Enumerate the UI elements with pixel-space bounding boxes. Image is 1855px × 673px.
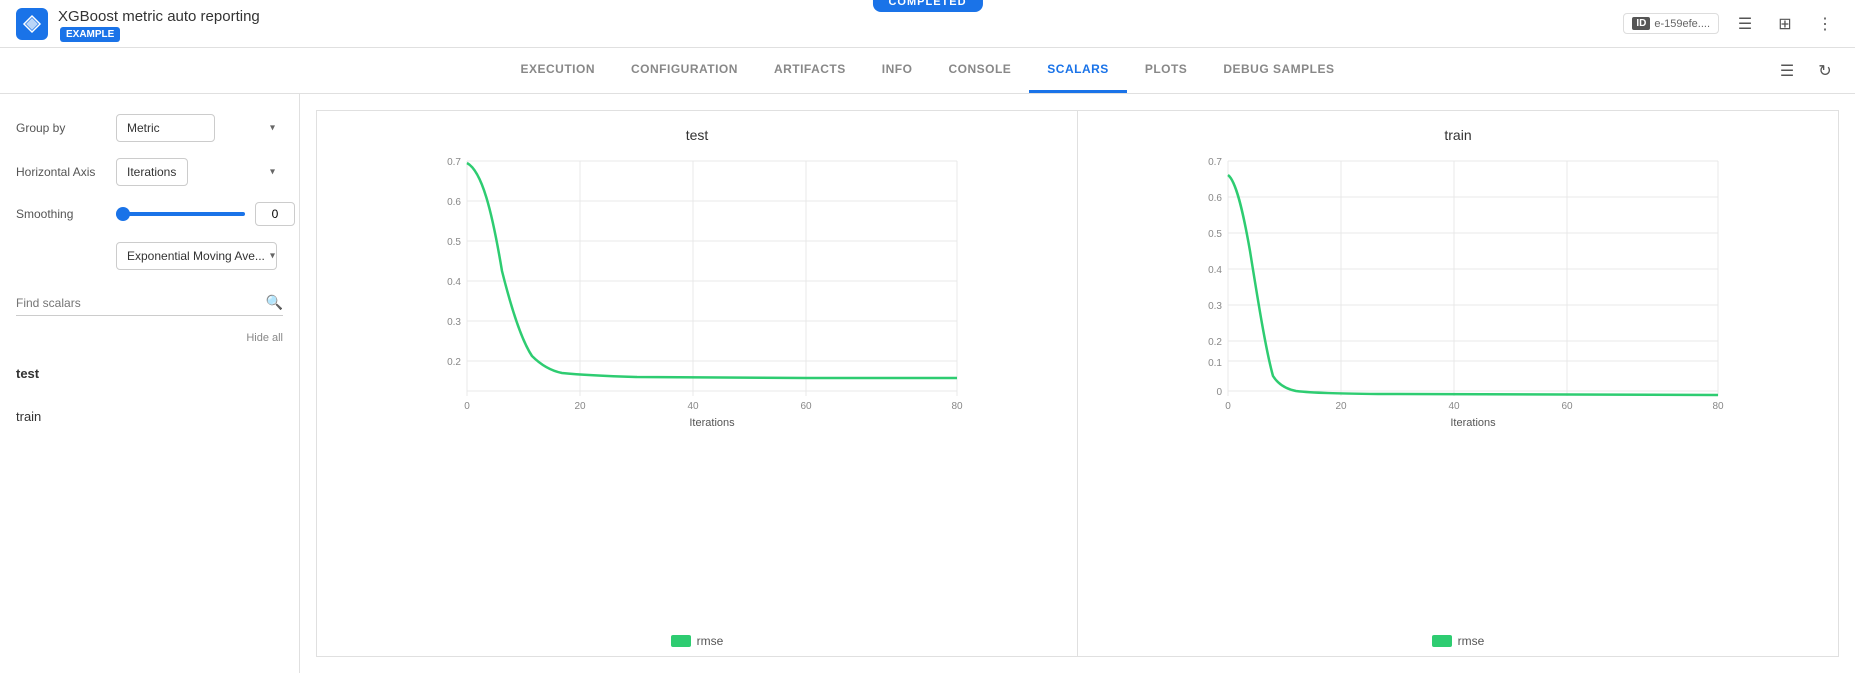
smoothing-label: Smoothing (16, 207, 106, 221)
main-layout: Group by Metric Metric+Variant Horizonta… (0, 94, 1855, 673)
id-value: e-159efe.... (1654, 18, 1710, 30)
sidebar-item-train[interactable]: train (16, 403, 283, 430)
svg-text:80: 80 (951, 401, 963, 412)
svg-text:0.1: 0.1 (1208, 358, 1222, 369)
tab-debug-samples[interactable]: DEBUG SAMPLES (1205, 48, 1352, 93)
id-label: ID (1632, 17, 1650, 30)
smoothing-slider[interactable] (116, 212, 245, 216)
horizontal-axis-label: Horizontal Axis (16, 165, 106, 179)
smoothing-row: Smoothing (16, 202, 283, 226)
train-chart-title: train (1444, 127, 1471, 143)
top-bar-right: ID e-159efe.... ☰ ⊞ ⋮ (1623, 10, 1839, 38)
test-legend-color (671, 635, 691, 647)
svg-text:20: 20 (1335, 401, 1347, 412)
horizontal-axis-select[interactable]: Iterations Time Epoch (116, 158, 188, 186)
svg-text:0: 0 (1225, 401, 1231, 412)
smoothing-type-select[interactable]: Exponential Moving Ave... None (116, 242, 277, 270)
group-by-row: Group by Metric Metric+Variant (16, 114, 283, 142)
svg-text:40: 40 (687, 401, 699, 412)
id-badge: ID e-159efe.... (1623, 13, 1719, 34)
svg-text:0.3: 0.3 (1208, 301, 1222, 312)
top-bar: XGBoost metric auto reporting EXAMPLE CO… (0, 0, 1855, 48)
svg-text:0: 0 (464, 401, 470, 412)
app-logo (16, 8, 48, 40)
horizontal-axis-select-wrapper: Iterations Time Epoch (116, 158, 283, 186)
horizontal-axis-row: Horizontal Axis Iterations Time Epoch (16, 158, 283, 186)
tab-configuration[interactable]: CONFIGURATION (613, 48, 756, 93)
tab-execution[interactable]: EXECUTION (502, 48, 613, 93)
smoothing-value-input[interactable] (255, 202, 295, 226)
train-legend-label: rmse (1458, 634, 1485, 648)
svg-text:0.6: 0.6 (447, 197, 461, 208)
search-input[interactable] (16, 296, 266, 310)
svg-text:0.3: 0.3 (447, 317, 461, 328)
svg-text:0.4: 0.4 (1208, 265, 1222, 276)
svg-text:0.7: 0.7 (1208, 157, 1222, 168)
svg-text:80: 80 (1712, 401, 1724, 412)
train-chart-legend: rmse (1432, 634, 1485, 648)
charts-area: test 0. (300, 94, 1855, 673)
svg-text:60: 60 (800, 401, 812, 412)
tab-console[interactable]: CONSOLE (930, 48, 1029, 93)
test-chart-container: test 0. (316, 110, 1077, 657)
sidebar-item-test[interactable]: test (16, 360, 283, 387)
tab-plots[interactable]: PLOTS (1127, 48, 1206, 93)
train-chart-wrapper: 0.7 0.6 0.5 0.4 0.3 0.2 0.1 0 0 20 40 60… (1086, 151, 1830, 628)
tab-scalars[interactable]: SCALARS (1029, 48, 1127, 93)
test-chart-title: test (686, 127, 709, 143)
tab-artifacts[interactable]: ARTIFACTS (756, 48, 864, 93)
svg-text:0.2: 0.2 (1208, 337, 1222, 348)
group-by-select-wrapper: Metric Metric+Variant (116, 114, 283, 142)
svg-text:60: 60 (1561, 401, 1573, 412)
document-icon[interactable]: ☰ (1731, 10, 1759, 38)
svg-text:Iterations: Iterations (1450, 417, 1496, 429)
svg-text:20: 20 (574, 401, 586, 412)
example-badge: EXAMPLE (60, 27, 120, 42)
nav-right-icons: ☰ ↻ (1773, 57, 1839, 85)
tab-info[interactable]: INFO (864, 48, 931, 93)
layout-icon[interactable]: ⊞ (1771, 10, 1799, 38)
svg-text:40: 40 (1448, 401, 1460, 412)
search-area: 🔍 (16, 294, 283, 316)
refresh-icon[interactable]: ↻ (1811, 57, 1839, 85)
svg-text:0: 0 (1216, 387, 1222, 398)
train-chart-container: train (1077, 110, 1839, 657)
svg-text:0.2: 0.2 (447, 357, 461, 368)
test-legend-label: rmse (697, 634, 724, 648)
group-by-select[interactable]: Metric Metric+Variant (116, 114, 215, 142)
sidebar: Group by Metric Metric+Variant Horizonta… (0, 94, 300, 673)
menu-icon[interactable]: ⋮ (1811, 10, 1839, 38)
test-chart-svg: 0.7 0.6 0.5 0.4 0.3 0.2 0 20 40 60 80 It… (325, 151, 1069, 431)
train-chart-svg: 0.7 0.6 0.5 0.4 0.3 0.2 0.1 0 0 20 40 60… (1086, 151, 1830, 431)
svg-text:0.7: 0.7 (447, 157, 461, 168)
svg-text:Iterations: Iterations (689, 417, 735, 429)
test-chart-wrapper: 0.7 0.6 0.5 0.4 0.3 0.2 0 20 40 60 80 It… (325, 151, 1069, 628)
nav-tabs: EXECUTION CONFIGURATION ARTIFACTS INFO C… (0, 48, 1855, 94)
svg-text:0.5: 0.5 (447, 237, 461, 248)
svg-text:0.4: 0.4 (447, 277, 461, 288)
svg-text:0.5: 0.5 (1208, 229, 1222, 240)
status-badge: COMPLETED (872, 0, 982, 12)
smoothing-type-select-wrapper: Exponential Moving Ave... None (116, 242, 283, 270)
list-view-icon[interactable]: ☰ (1773, 57, 1801, 85)
app-title: XGBoost metric auto reporting (58, 8, 260, 25)
test-chart-legend: rmse (671, 634, 724, 648)
hide-all-link[interactable]: Hide all (16, 332, 283, 344)
svg-text:0.6: 0.6 (1208, 193, 1222, 204)
logo-area: XGBoost metric auto reporting EXAMPLE (16, 8, 260, 40)
train-legend-color (1432, 635, 1452, 647)
search-icon: 🔍 (266, 294, 283, 311)
group-by-label: Group by (16, 121, 106, 135)
smoothing-type-wrapper: Exponential Moving Ave... None (116, 242, 283, 270)
